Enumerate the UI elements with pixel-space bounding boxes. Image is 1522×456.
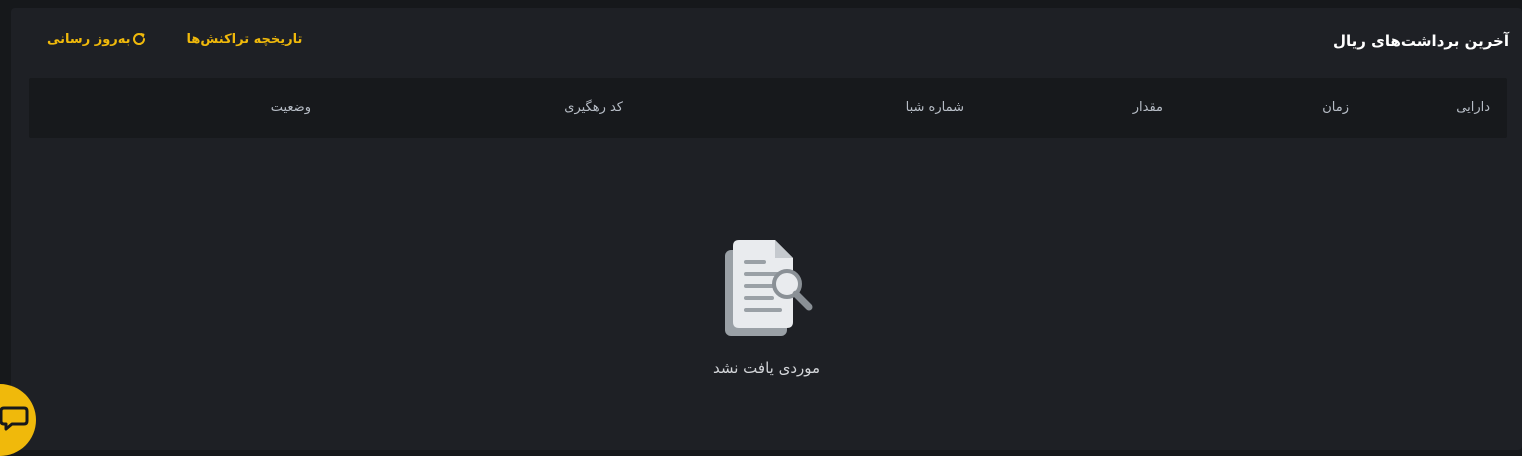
empty-message: موردی یافت نشد bbox=[712, 359, 821, 377]
column-asset: دارایی bbox=[1456, 100, 1490, 115]
column-status: وضعیت bbox=[270, 100, 311, 115]
panel-header: آخرین برداشت‌های ریال به‌روز رسانی تاریخ… bbox=[11, 8, 1522, 76]
refresh-icon bbox=[132, 33, 145, 45]
table-header: دارایی زمان مقدار شماره شبا کد رهگیری وض… bbox=[29, 78, 1507, 138]
withdrawals-panel: آخرین برداشت‌های ریال به‌روز رسانی تاریخ… bbox=[11, 8, 1522, 450]
column-tracking-code: کد رهگیری bbox=[564, 100, 623, 115]
panel-title: آخرین برداشت‌های ریال bbox=[1333, 32, 1509, 50]
empty-state: موردی یافت نشد bbox=[11, 238, 1522, 377]
column-time: زمان bbox=[1322, 100, 1349, 115]
column-sheba: شماره شبا bbox=[905, 100, 964, 115]
document-search-icon bbox=[724, 240, 812, 336]
header-actions: به‌روز رسانی تاریخچه تراکنش‌ها bbox=[47, 31, 302, 47]
transaction-history-link[interactable]: تاریخچه تراکنش‌ها bbox=[187, 32, 303, 47]
chat-bubble-icon bbox=[0, 406, 29, 431]
refresh-button[interactable]: به‌روز رسانی bbox=[47, 31, 157, 47]
column-amount: مقدار bbox=[1132, 100, 1163, 115]
refresh-label: به‌روز رسانی bbox=[47, 31, 131, 47]
transaction-history-label: تاریخچه تراکنش‌ها bbox=[186, 31, 303, 47]
